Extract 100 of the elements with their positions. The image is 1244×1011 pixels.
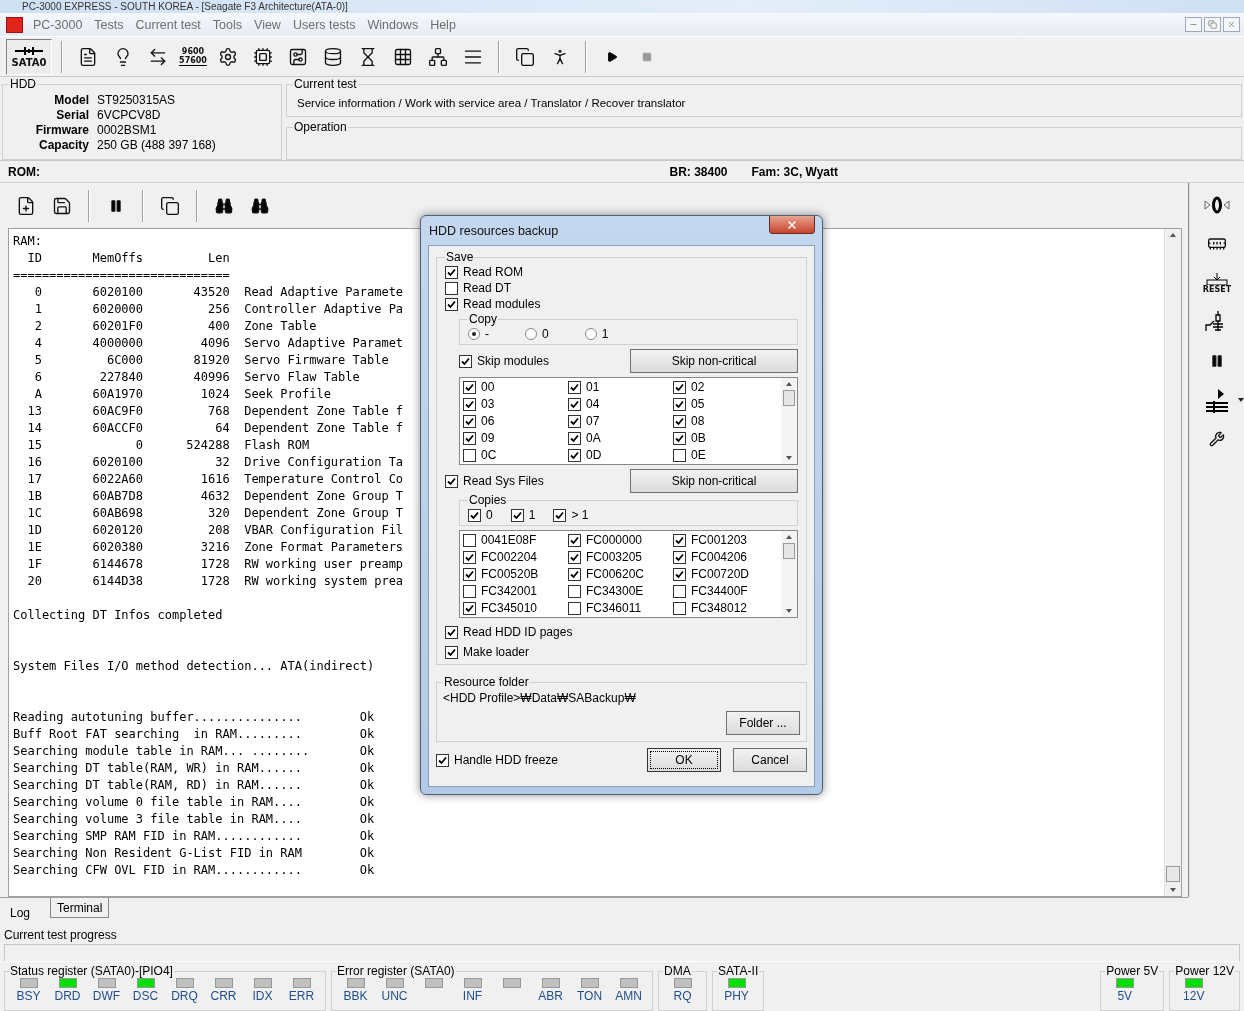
log-cell-text: 1	[33, 301, 42, 318]
checkbox[interactable]	[436, 753, 449, 767]
status-result: Ok	[359, 760, 375, 777]
checkbox[interactable]	[673, 567, 686, 581]
checkbox[interactable]	[445, 474, 458, 488]
panel-title: HDD	[9, 77, 37, 91]
log-cell-text: 768	[207, 403, 230, 420]
checkbox[interactable]	[463, 533, 476, 547]
indicator-label: RQ	[673, 990, 692, 1003]
checkbox[interactable]	[673, 601, 686, 615]
checkbox[interactable]	[463, 448, 476, 462]
radio-button[interactable]	[525, 328, 537, 340]
checkbox[interactable]	[463, 584, 476, 598]
checkbox-label: 0B	[691, 431, 706, 445]
checkbox[interactable]	[445, 265, 458, 279]
log-cell-text: 60201F0	[91, 318, 144, 335]
checkbox[interactable]	[568, 414, 581, 428]
checkbox[interactable]	[463, 550, 476, 564]
checkbox[interactable]	[468, 508, 481, 522]
skip-non-critical-button[interactable]: Skip non-critical	[630, 469, 798, 493]
checkbox[interactable]	[445, 645, 458, 659]
folder-button[interactable]: Folder ...	[726, 711, 800, 735]
indicator-label: AMN	[615, 990, 642, 1003]
checkbox[interactable]	[568, 584, 581, 598]
port-button[interactable]: SATA0	[6, 38, 52, 75]
checkbox[interactable]	[568, 550, 581, 564]
panel-title: Save	[445, 250, 475, 264]
checkbox[interactable]	[568, 448, 581, 462]
close-button[interactable]	[769, 216, 815, 234]
caret-icon[interactable]	[1238, 398, 1244, 402]
checkbox-label: FC00620C	[586, 567, 645, 581]
tab[interactable]: Terminal	[50, 898, 110, 918]
checkbox[interactable]	[568, 567, 581, 581]
scroll-icon	[78, 46, 98, 67]
ok-button[interactable]: OK	[647, 748, 721, 772]
checkbox[interactable]	[463, 414, 476, 428]
cancel-button[interactable]: Cancel	[733, 748, 807, 772]
checkbox[interactable]	[445, 297, 458, 311]
checkbox[interactable]	[510, 508, 524, 522]
checkbox[interactable]	[568, 431, 581, 445]
panel-title: DMA	[663, 964, 692, 978]
menu-item[interactable]: Tests	[88, 17, 130, 32]
pause-icon	[109, 198, 123, 213]
checkbox[interactable]	[568, 533, 581, 547]
log-line: Collecting DT Infos completed	[13, 607, 223, 624]
log-cell-text: 40996	[192, 369, 230, 386]
log-cell-text: 6020100	[91, 284, 144, 301]
indicator-label: CRR	[210, 990, 237, 1003]
panel-title: Error register (SATA0)	[336, 964, 456, 978]
checkbox[interactable]	[463, 380, 476, 394]
scrollbar[interactable]	[1164, 229, 1181, 896]
checkbox[interactable]	[673, 533, 686, 547]
checkbox[interactable]	[445, 281, 458, 295]
checkbox[interactable]	[673, 431, 686, 445]
checkbox[interactable]	[463, 601, 476, 615]
menu-item[interactable]: View	[248, 17, 287, 32]
log-cell-text: 4096	[199, 335, 230, 352]
radio-button[interactable]	[468, 328, 480, 340]
checkbox[interactable]	[673, 550, 686, 564]
radio-button[interactable]	[584, 328, 597, 340]
checkbox-label: FC34300E	[586, 584, 644, 598]
field-value: 6VCPCV8D	[97, 108, 162, 122]
checkbox-label: Read Sys Files	[463, 474, 544, 488]
checkbox[interactable]	[568, 397, 581, 411]
checkbox[interactable]	[568, 601, 581, 615]
menu-item[interactable]: Current test	[129, 17, 207, 32]
menu-item[interactable]: Windows	[361, 17, 425, 32]
grid-icon	[393, 46, 413, 67]
checkbox[interactable]	[568, 380, 581, 394]
checkbox[interactable]	[673, 584, 686, 598]
log-cell-text: 4000000	[91, 335, 144, 352]
log-cell-text: 60AB7D8	[91, 488, 144, 505]
checkbox[interactable]	[553, 508, 567, 522]
toolbar-button[interactable]: 9600 57600	[177, 41, 209, 72]
log-cell: Zone Format Parameters	[244, 539, 404, 556]
checkbox[interactable]	[673, 380, 686, 394]
menu-item[interactable]: PC-3000	[27, 17, 89, 32]
indicator-label: DRD	[54, 990, 81, 1003]
checkbox-label: 03	[481, 397, 495, 411]
checkbox[interactable]	[673, 448, 686, 462]
gear-icon	[218, 46, 238, 67]
checkbox[interactable]	[445, 625, 458, 639]
log-cell-text: 524288	[185, 437, 230, 454]
skip-non-critical-button[interactable]: Skip non-critical	[630, 349, 798, 373]
checkbox[interactable]	[463, 397, 476, 411]
checkbox[interactable]	[673, 414, 686, 428]
checkbox[interactable]	[463, 431, 476, 445]
menu-item[interactable]: Help	[424, 17, 462, 32]
checkbox-label: FC348012	[691, 601, 748, 615]
log-cell-text: 4632	[199, 488, 230, 505]
checkbox[interactable]	[459, 354, 472, 368]
menu-item[interactable]: Tools	[206, 17, 249, 32]
field-value: 250 GB (488 397 168)	[97, 138, 217, 152]
checkbox[interactable]	[673, 397, 686, 411]
checkbox-label: FC342001	[481, 584, 538, 598]
scrollbar[interactable]	[781, 531, 797, 617]
checkbox[interactable]	[463, 567, 476, 581]
scrollbar[interactable]	[781, 378, 797, 464]
menu-item[interactable]: Users tests	[286, 17, 362, 32]
log-cell-text: 256	[207, 301, 230, 318]
